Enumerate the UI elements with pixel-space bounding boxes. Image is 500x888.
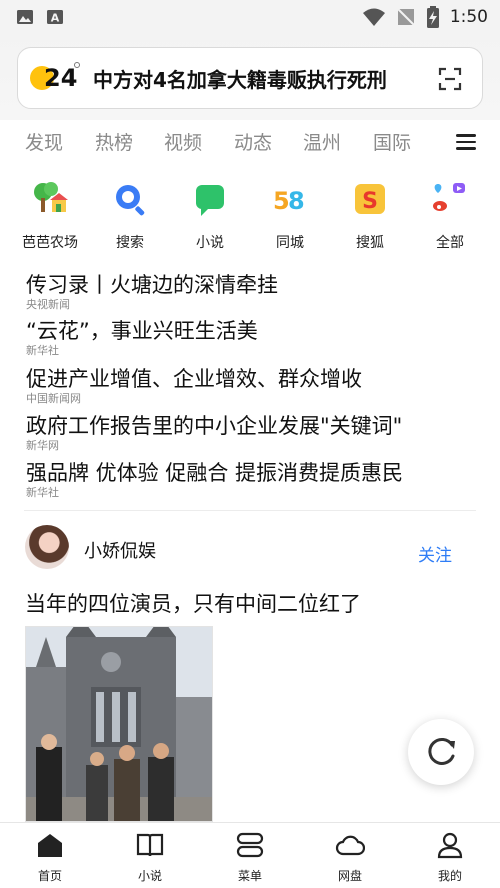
tab-discover[interactable]: 发现 xyxy=(25,128,63,155)
novel-icon xyxy=(196,185,224,216)
news-title: 传习录丨火塘边的深情牵挂 xyxy=(26,273,278,297)
nav-novel[interactable]: 小说 xyxy=(110,831,190,884)
clock: 1:50 xyxy=(449,7,488,27)
nav-home[interactable]: 首页 xyxy=(10,831,90,884)
shortcut-label: 芭芭农场 xyxy=(22,235,78,251)
shortcut-local[interactable]: 5 8 同城 xyxy=(250,180,330,252)
feed-image[interactable] xyxy=(25,626,213,822)
hot-search-query[interactable]: 中方对4名加拿大籍毒贩执行死刑 xyxy=(93,64,387,93)
sohu-icon: S xyxy=(355,184,385,214)
news-item[interactable]: 促进产业增值、企业增效、群众增收 中国新闻网 xyxy=(26,366,362,406)
search-header: 24 中方对4名加拿大籍毒贩执行死刑 xyxy=(0,34,500,120)
news-item[interactable]: 强品牌 优体验 促融合 提振消费提质惠民 新华社 xyxy=(26,460,403,500)
shortcut-label: 搜狐 xyxy=(356,235,384,251)
weather-widget[interactable]: 24 xyxy=(30,62,82,94)
shortcut-search[interactable]: 搜索 xyxy=(90,180,170,252)
status-bar: A 1:50 xyxy=(0,0,500,34)
shortcut-sohu[interactable]: S 搜狐 xyxy=(330,180,410,252)
feed-title[interactable]: 当年的四位演员，只有中间二位红了 xyxy=(25,588,361,618)
news-source: 新华社 xyxy=(26,344,59,357)
svg-text:8: 8 xyxy=(288,187,305,215)
nav-label: 网盘 xyxy=(337,869,362,883)
farm-icon xyxy=(34,182,68,212)
58-icon: 5 8 xyxy=(273,187,305,215)
news-item[interactable]: 政府工作报告里的中小企业发展"关键词" 新华网 xyxy=(26,413,402,453)
cloud-icon xyxy=(335,835,366,856)
user-icon xyxy=(437,832,463,859)
tab-international[interactable]: 国际 xyxy=(373,128,411,155)
follow-button[interactable]: 关注 xyxy=(418,541,452,566)
divider xyxy=(24,510,476,511)
menu-icon xyxy=(236,832,264,858)
news-title: 强品牌 优体验 促融合 提振消费提质惠民 xyxy=(26,461,404,485)
news-title: 促进产业增值、企业增效、群众增收 xyxy=(26,367,362,391)
nav-menu[interactable]: 菜单 xyxy=(210,831,290,884)
temperature: 24 xyxy=(44,64,78,92)
bottom-navigation: 首页 小说 菜单 网盘 我的 xyxy=(0,822,500,888)
tab-video[interactable]: 视频 xyxy=(164,128,202,155)
nav-label: 我的 xyxy=(437,869,462,883)
svg-text:A: A xyxy=(51,12,60,25)
news-title: “云花”，事业兴旺生活美 xyxy=(26,319,258,343)
news-title: 政府工作报告里的中小企业发展"关键词" xyxy=(26,414,403,438)
avatar[interactable] xyxy=(25,525,69,569)
svg-text:S: S xyxy=(362,189,378,214)
news-source: 中国新闻网 xyxy=(26,392,81,405)
news-source: 新华社 xyxy=(26,486,59,499)
refresh-button[interactable] xyxy=(408,719,474,785)
all-apps-icon xyxy=(433,183,465,211)
news-item[interactable]: 传习录丨火塘边的深情牵挂 央视新闻 xyxy=(26,272,278,312)
tab-hot-list[interactable]: 热榜 xyxy=(95,128,133,155)
shortcut-label: 全部 xyxy=(436,235,464,251)
degree-icon xyxy=(74,62,80,68)
nav-cloud[interactable]: 网盘 xyxy=(310,831,390,884)
book-icon xyxy=(136,833,164,857)
category-tabs: 发现 热榜 视频 动态 温州 国际 xyxy=(0,120,500,164)
search-box[interactable]: 24 中方对4名加拿大籍毒贩执行死刑 xyxy=(17,47,483,109)
tab-dynamic[interactable]: 动态 xyxy=(234,128,272,155)
nav-profile[interactable]: 我的 xyxy=(410,831,490,884)
shortcut-label: 搜索 xyxy=(116,235,144,251)
nav-label: 首页 xyxy=(37,869,62,883)
news-source: 新华网 xyxy=(26,439,59,452)
scan-icon[interactable] xyxy=(438,67,462,91)
text-notification-icon: A xyxy=(47,10,63,25)
refresh-icon xyxy=(428,737,455,765)
news-source: 央视新闻 xyxy=(26,298,70,311)
author-name[interactable]: 小娇侃娱 xyxy=(84,537,156,563)
shortcut-all[interactable]: 全部 xyxy=(410,180,490,252)
shortcut-novel[interactable]: 小说 xyxy=(170,180,250,252)
no-signal-icon xyxy=(397,8,415,26)
tab-wenzhou[interactable]: 温州 xyxy=(303,128,341,155)
shortcut-label: 同城 xyxy=(276,235,304,251)
battery-charging-icon xyxy=(426,6,439,28)
search-icon xyxy=(116,185,145,216)
shortcut-label: 小说 xyxy=(196,235,224,251)
home-icon xyxy=(38,834,62,857)
wifi-icon xyxy=(362,8,385,26)
news-item[interactable]: “云花”，事业兴旺生活美 新华社 xyxy=(26,318,258,358)
tabs-menu-icon[interactable] xyxy=(456,134,476,150)
shortcut-farm[interactable]: 芭芭农场 xyxy=(10,180,90,252)
nav-label: 菜单 xyxy=(237,869,262,883)
nav-label: 小说 xyxy=(137,869,162,883)
image-notification-icon xyxy=(17,10,33,24)
